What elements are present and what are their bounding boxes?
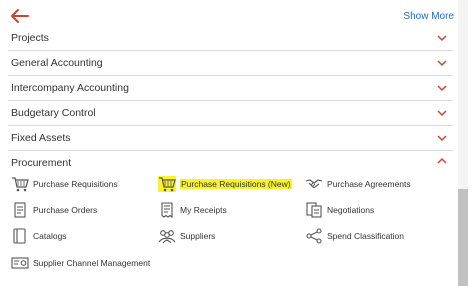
tile-purchase-requisitions-new[interactable]: Purchase Requisitions (New) — [158, 176, 293, 194]
tile-label: Negotiations — [327, 205, 375, 215]
section-general-accounting[interactable]: General Accounting — [8, 51, 453, 76]
chevron-up-icon — [437, 157, 447, 164]
tile-my-receipts[interactable]: My Receipts — [158, 202, 248, 220]
tile-label: Purchase Requisitions (New) — [180, 179, 292, 189]
chevron-down-icon — [437, 35, 447, 42]
chevron-down-icon — [437, 60, 447, 67]
negotiation-icon — [306, 202, 322, 218]
section-budgetary-control[interactable]: Budgetary Control — [8, 101, 453, 126]
tile-purchase-orders[interactable]: Purchase Orders — [11, 202, 121, 220]
catalog-icon — [13, 228, 26, 244]
section-fixed-assets[interactable]: Fixed Assets — [8, 126, 453, 151]
receipt-icon — [161, 202, 173, 218]
navigator-panel: Show More Projects General Accounting In… — [0, 0, 474, 286]
tile-label: Purchase Agreements — [327, 179, 411, 189]
section-label: Procurement — [11, 157, 72, 169]
chevron-down-icon — [437, 85, 447, 92]
tile-label: Spend Classification — [327, 231, 405, 241]
channel-icon — [11, 257, 29, 269]
suppliers-icon — [158, 230, 176, 244]
tile-label: Suppliers — [180, 231, 216, 241]
show-more-link[interactable]: Show More — [403, 11, 454, 22]
back-arrow-icon[interactable] — [8, 7, 30, 25]
section-label: Fixed Assets — [11, 132, 71, 144]
scrollbar-thumb[interactable] — [458, 189, 468, 286]
tile-label: My Receipts — [180, 205, 227, 215]
tile-purchase-agreements[interactable]: Purchase Agreements — [305, 176, 425, 194]
tile-label: Supplier Channel Management — [33, 258, 151, 268]
classification-icon — [306, 228, 322, 244]
chevron-down-icon — [437, 110, 447, 117]
tile-suppliers[interactable]: Suppliers — [158, 228, 248, 246]
tile-label: Purchase Orders — [33, 205, 98, 215]
cart-icon — [158, 176, 176, 192]
section-procurement[interactable]: Procurement — [8, 151, 453, 173]
tile-catalogs[interactable]: Catalogs — [11, 228, 101, 246]
chevron-down-icon — [437, 135, 447, 142]
tile-label: Purchase Requisitions — [33, 179, 118, 189]
tile-purchase-requisitions[interactable]: Purchase Requisitions — [11, 176, 151, 194]
section-intercompany-accounting[interactable]: Intercompany Accounting — [8, 76, 453, 101]
tile-negotiations[interactable]: Negotiations — [305, 202, 405, 220]
handshake-icon — [305, 179, 323, 189]
section-projects[interactable]: Projects — [8, 27, 453, 51]
section-label: Intercompany Accounting — [11, 82, 129, 94]
tile-spend-classification[interactable]: Spend Classification — [305, 228, 425, 246]
document-icon — [14, 202, 26, 218]
section-label: Budgetary Control — [11, 107, 96, 119]
cart-icon — [12, 177, 29, 192]
tile-supplier-channel-management[interactable]: Supplier Channel Management — [11, 255, 161, 273]
section-label: General Accounting — [11, 57, 103, 69]
tile-label: Catalogs — [33, 231, 67, 241]
section-label: Projects — [11, 32, 49, 44]
